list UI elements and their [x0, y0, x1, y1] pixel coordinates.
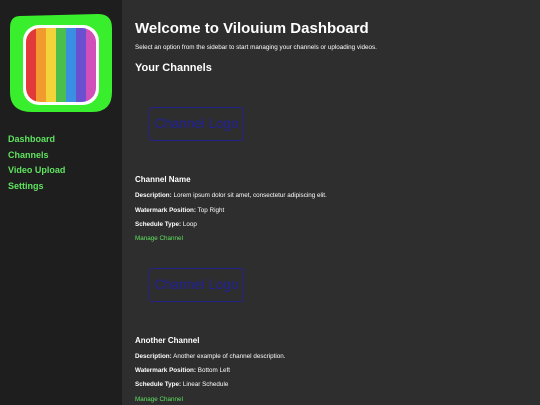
- sidebar-item-video-upload[interactable]: Video Upload: [8, 163, 65, 179]
- channel-description: Description: Lorem ipsum dolor sit amet,…: [135, 192, 327, 199]
- channel-description: Description: Another example of channel …: [135, 353, 286, 360]
- channel-watermark: Watermark Position: Bottom Left: [135, 367, 230, 374]
- channel-logo-placeholder: Channel Logo: [149, 268, 244, 302]
- channel-schedule: Schedule Type: Linear Schedule: [135, 381, 228, 388]
- sidebar: Dashboard Channels Video Upload Settings: [0, 0, 122, 405]
- rainbow-tv-icon: [6, 8, 116, 118]
- main-content: Welcome to Vilouium Dashboard Select an …: [135, 0, 530, 405]
- page-subtitle: Select an option from the sidebar to sta…: [135, 44, 377, 51]
- manage-channel-link[interactable]: Manage Channel: [135, 396, 183, 403]
- description-label: Description:: [135, 353, 172, 360]
- sidebar-item-channels[interactable]: Channels: [8, 148, 65, 164]
- sidebar-item-dashboard[interactable]: Dashboard: [8, 132, 65, 148]
- schedule-value: Linear Schedule: [182, 381, 229, 388]
- watermark-value: Bottom Left: [197, 367, 230, 374]
- page-title: Welcome to Vilouium Dashboard: [135, 20, 369, 37]
- app-window: Dashboard Channels Video Upload Settings…: [0, 0, 540, 405]
- channel-schedule: Schedule Type: Loop: [135, 221, 197, 228]
- channel-name: Another Channel: [135, 336, 200, 345]
- watermark-value: Top Right: [197, 207, 225, 214]
- description-value: Lorem ipsum dolor sit amet, consectetur …: [173, 192, 327, 199]
- channel-name: Channel Name: [135, 175, 191, 184]
- description-label: Description:: [135, 192, 172, 199]
- section-title-your-channels: Your Channels: [135, 62, 212, 74]
- sidebar-item-settings[interactable]: Settings: [8, 179, 65, 195]
- channel-watermark: Watermark Position: Top Right: [135, 207, 224, 214]
- channel-logo-placeholder: Channel Logo: [149, 107, 244, 141]
- sidebar-nav: Dashboard Channels Video Upload Settings: [8, 132, 65, 194]
- watermark-label: Watermark Position:: [135, 207, 196, 214]
- manage-channel-link[interactable]: Manage Channel: [135, 235, 183, 242]
- schedule-label: Schedule Type:: [135, 221, 182, 228]
- description-value: Another example of channel description.: [173, 353, 286, 360]
- watermark-label: Watermark Position:: [135, 367, 196, 374]
- schedule-value: Loop: [182, 221, 197, 228]
- schedule-label: Schedule Type:: [135, 381, 182, 388]
